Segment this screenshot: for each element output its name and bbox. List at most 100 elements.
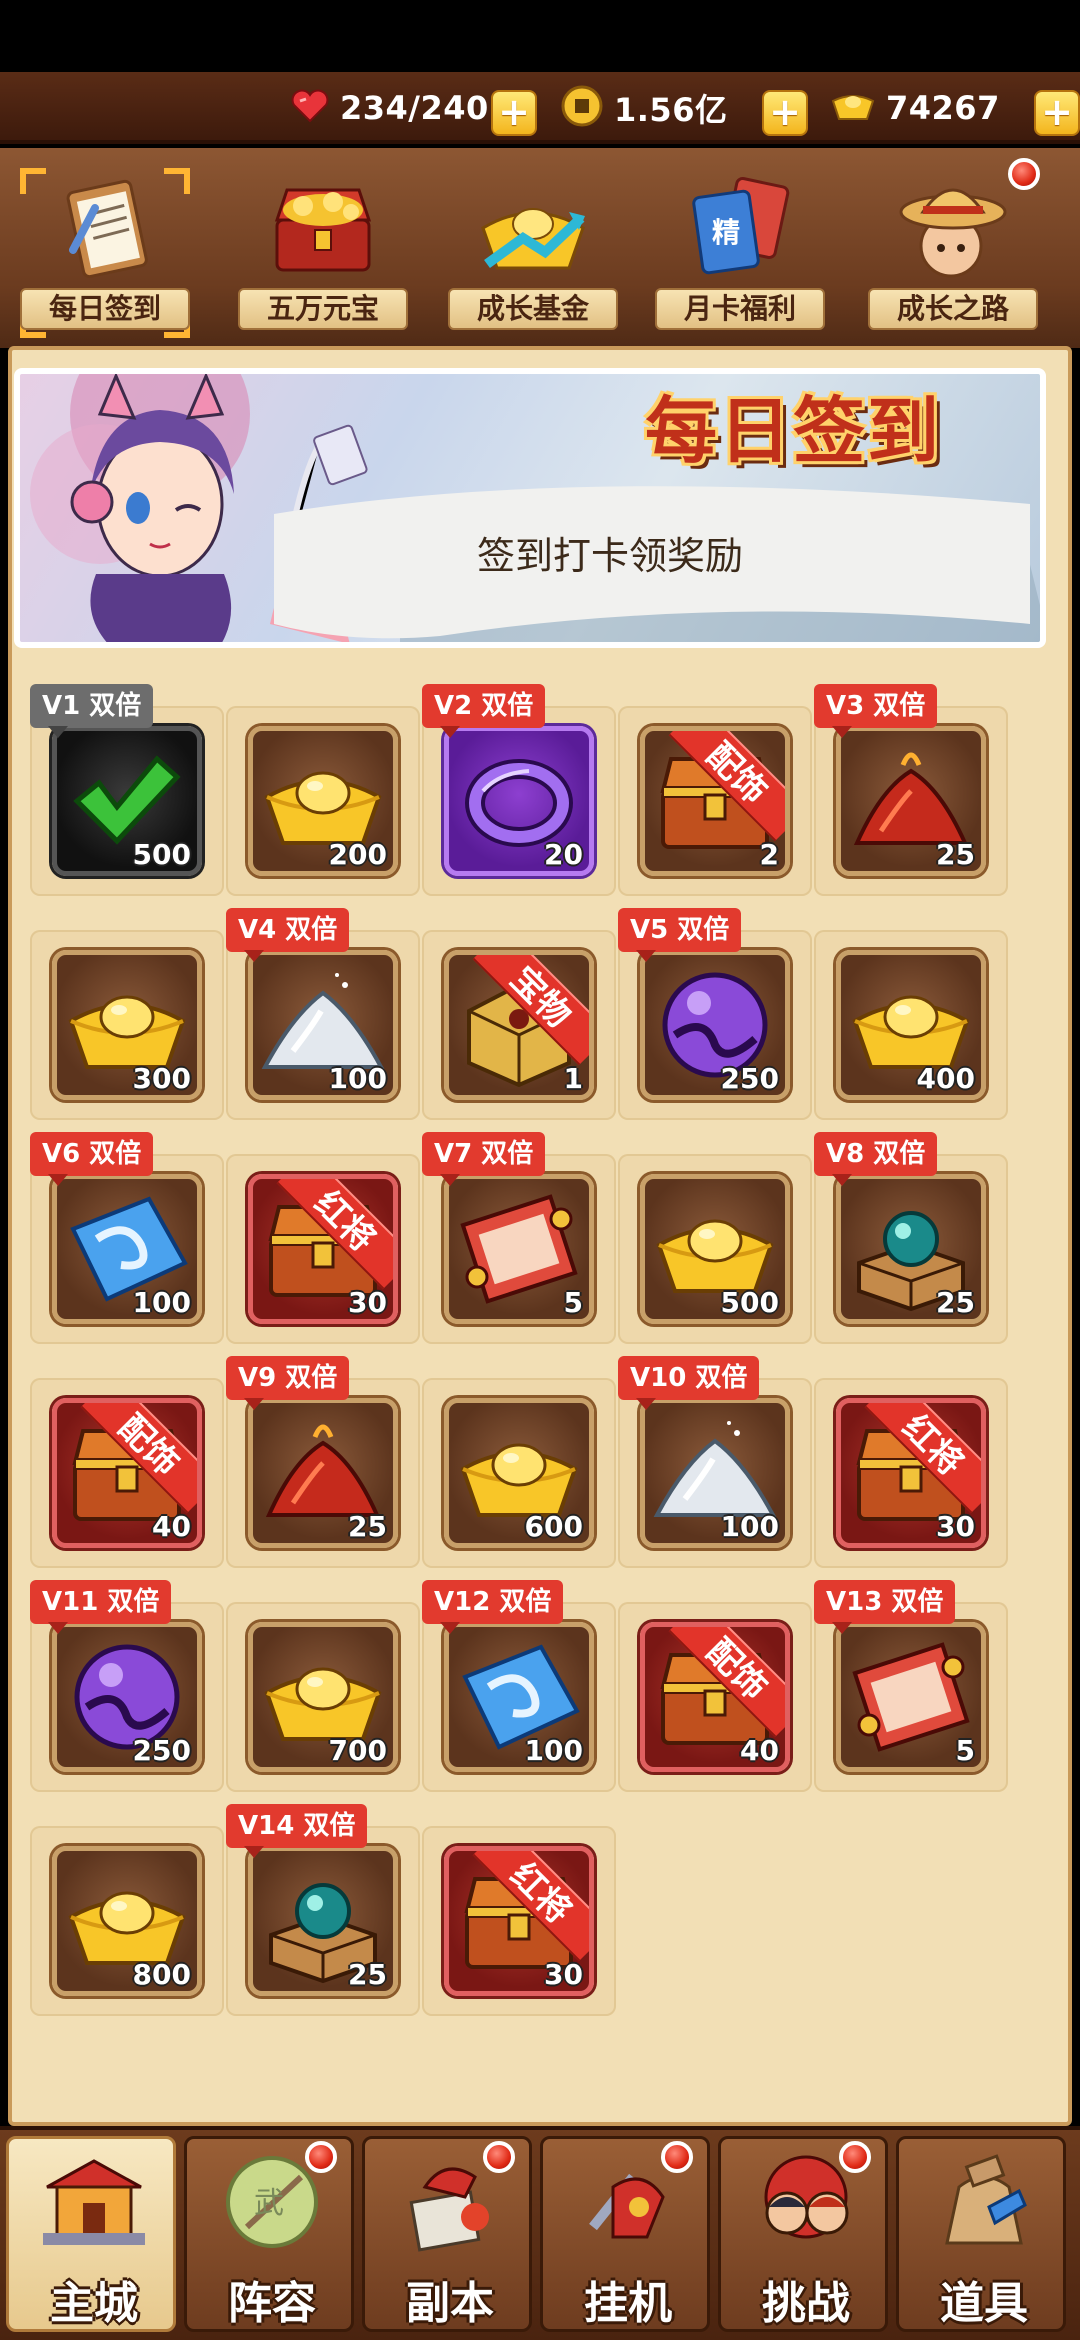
reward-cell[interactable]: 500 <box>618 1154 812 1344</box>
reward-cell[interactable]: 25 V14 双倍 <box>226 1804 420 2016</box>
reward-cell[interactable]: 100 V4 双倍 <box>226 908 420 1120</box>
reward-cell[interactable]: 700 <box>226 1602 420 1792</box>
nav-label: 道具 <box>940 2278 1028 2329</box>
coins-display: 1.56亿 <box>560 80 727 136</box>
nav-label: 主城 <box>50 2278 138 2329</box>
gold-ingot-icon: 700 <box>248 1622 398 1772</box>
reward-cell[interactable]: 100 V6 双倍 <box>30 1132 224 1344</box>
reward-cell[interactable]: 600 <box>422 1378 616 1568</box>
reward-count: 25 <box>348 1958 387 1991</box>
reward-cell[interactable]: 300 <box>30 930 224 1120</box>
ingots-add-button[interactable]: + <box>1034 90 1080 136</box>
nav-palace[interactable]: 主城 <box>6 2136 176 2332</box>
gold-ingot-icon: 500 <box>640 1174 790 1324</box>
coin-icon <box>560 84 604 132</box>
tab-label: 成长基金 <box>448 288 618 330</box>
reward-count: 500 <box>720 1286 779 1319</box>
straw-hat-hero-icon <box>893 168 1013 288</box>
reward-cell[interactable]: 配饰 40 <box>30 1378 224 1568</box>
nav-items-bag[interactable]: 道具 <box>896 2136 1066 2332</box>
reward-cell[interactable]: 红将 30 <box>814 1378 1008 1568</box>
nav-label: 副本 <box>406 2278 494 2329</box>
reward-count: 600 <box>524 1510 583 1543</box>
reward-count: 40 <box>740 1734 779 1767</box>
treasure-chest-icon: 红将 30 <box>444 1846 594 1996</box>
vip-double-badge: V2 双倍 <box>422 684 546 738</box>
vip-double-badge: V9 双倍 <box>226 1356 350 1410</box>
tab-growth-fund[interactable]: 成长基金 <box>448 168 618 338</box>
nav-idle[interactable]: 挂机 <box>540 2136 710 2332</box>
reward-count: 250 <box>132 1734 191 1767</box>
reward-count: 700 <box>328 1734 387 1767</box>
blue-crystal-icon: 100 <box>52 1174 202 1324</box>
reward-count: 25 <box>348 1510 387 1543</box>
reward-cell[interactable]: 配饰 40 <box>618 1602 812 1792</box>
reward-cell[interactable]: 100 V12 双倍 <box>422 1580 616 1792</box>
nav-label: 挂机 <box>584 2278 672 2329</box>
nav-dungeon[interactable]: 副本 <box>362 2136 532 2332</box>
red-scroll-icon: 5 <box>444 1174 594 1324</box>
gold-ingot-icon: 300 <box>52 950 202 1100</box>
reward-count: 5 <box>563 1286 583 1319</box>
vip-double-badge: V11 双倍 <box>30 1580 172 1634</box>
reward-cell[interactable]: 400 <box>814 930 1008 1120</box>
vip-double-badge: V4 双倍 <box>226 908 350 962</box>
reward-cell[interactable]: 100 V10 双倍 <box>618 1356 812 1568</box>
reward-count: 200 <box>328 838 387 871</box>
green-orb-box-icon: 25 <box>248 1846 398 1996</box>
notification-dot <box>305 2141 337 2173</box>
red-scroll-icon: 5 <box>836 1622 986 1772</box>
nav-label: 挑战 <box>762 2278 850 2329</box>
reward-cell[interactable]: 5 V7 双倍 <box>422 1132 616 1344</box>
ingots-display: 74267 <box>830 80 1000 136</box>
gold-ingot-icon <box>830 89 876 127</box>
reward-cell[interactable]: 20 V2 双倍 <box>422 684 616 896</box>
tab-label: 成长之路 <box>868 288 1038 330</box>
reward-count: 30 <box>348 1286 387 1319</box>
tab-monthly-card[interactable]: 精 月卡福利 <box>655 168 825 338</box>
purple-ring-icon: 20 <box>444 726 594 876</box>
golden-box-icon: 宝物 1 <box>444 950 594 1100</box>
tab-fifty-thousand-ingots[interactable]: 五万元宝 <box>238 168 408 338</box>
treasure-chest-icon: 红将 30 <box>836 1398 986 1548</box>
tab-label: 每日签到 <box>20 288 190 330</box>
reward-cell[interactable]: 800 <box>30 1826 224 2016</box>
reward-cell[interactable]: 红将 30 <box>422 1826 616 2016</box>
reward-cell[interactable]: 宝物 1 <box>422 930 616 1120</box>
reward-cell[interactable]: 250 V5 双倍 <box>618 908 812 1120</box>
nav-lineup[interactable]: 武阵容 <box>184 2136 354 2332</box>
stamina-value: 234/240 <box>340 89 489 127</box>
tab-daily-signin[interactable]: 每日签到 <box>20 168 190 338</box>
reward-cell[interactable]: 25 V8 双倍 <box>814 1132 1008 1344</box>
reward-count: 100 <box>132 1286 191 1319</box>
coins-add-button[interactable]: + <box>762 90 808 136</box>
reward-cell[interactable]: 25 V9 双倍 <box>226 1356 420 1568</box>
reward-cell[interactable]: 5 V13 双倍 <box>814 1580 1008 1792</box>
reward-cell[interactable]: 25 V3 双倍 <box>814 684 1008 896</box>
tab-growth-road[interactable]: 成长之路 <box>868 158 1040 338</box>
green-orb-box-icon: 25 <box>836 1174 986 1324</box>
reward-count: 100 <box>720 1510 779 1543</box>
month-card-icon: 精 <box>680 168 800 288</box>
reward-cell[interactable]: 红将 30 <box>226 1154 420 1344</box>
reward-cell[interactable]: 200 <box>226 706 420 896</box>
notification-dot <box>1008 158 1040 190</box>
reward-count: 100 <box>328 1062 387 1095</box>
reward-cell[interactable]: 500 V1 双倍 <box>30 684 224 896</box>
tab-label: 月卡福利 <box>655 288 825 330</box>
palace-icon <box>39 2147 149 2257</box>
vip-double-badge: V6 双倍 <box>30 1132 154 1186</box>
blue-crystal-icon: 100 <box>444 1622 594 1772</box>
nav-challenge[interactable]: 挑战 <box>718 2136 888 2332</box>
gold-ingot-icon: 600 <box>444 1398 594 1548</box>
clipboard-icon <box>45 168 165 288</box>
treasure-chest-icon: 配饰 2 <box>640 726 790 876</box>
stamina-add-button[interactable]: + <box>491 90 537 136</box>
gold-ingot-chart-icon <box>473 168 593 288</box>
reward-cell[interactable]: 250 V11 双倍 <box>30 1580 224 1792</box>
reward-count: 300 <box>132 1062 191 1095</box>
treasure-chest-icon: 配饰 40 <box>52 1398 202 1548</box>
reward-cell[interactable]: 配饰 2 <box>618 706 812 896</box>
vip-double-badge: V8 双倍 <box>814 1132 938 1186</box>
reward-count: 20 <box>544 838 583 871</box>
